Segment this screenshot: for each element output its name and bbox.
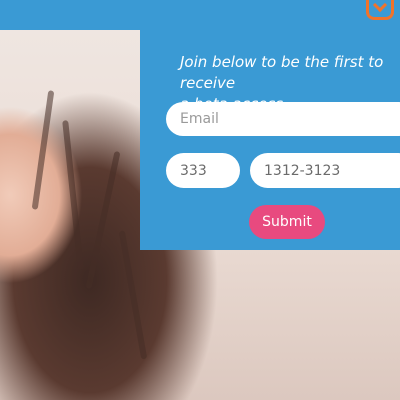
top-bar: [0, 0, 400, 30]
submit-button[interactable]: Submit: [249, 205, 325, 239]
area-code-field[interactable]: [166, 153, 240, 188]
logo-icon[interactable]: [366, 0, 394, 20]
email-field[interactable]: [166, 102, 400, 136]
phone-number-field[interactable]: [250, 153, 400, 188]
